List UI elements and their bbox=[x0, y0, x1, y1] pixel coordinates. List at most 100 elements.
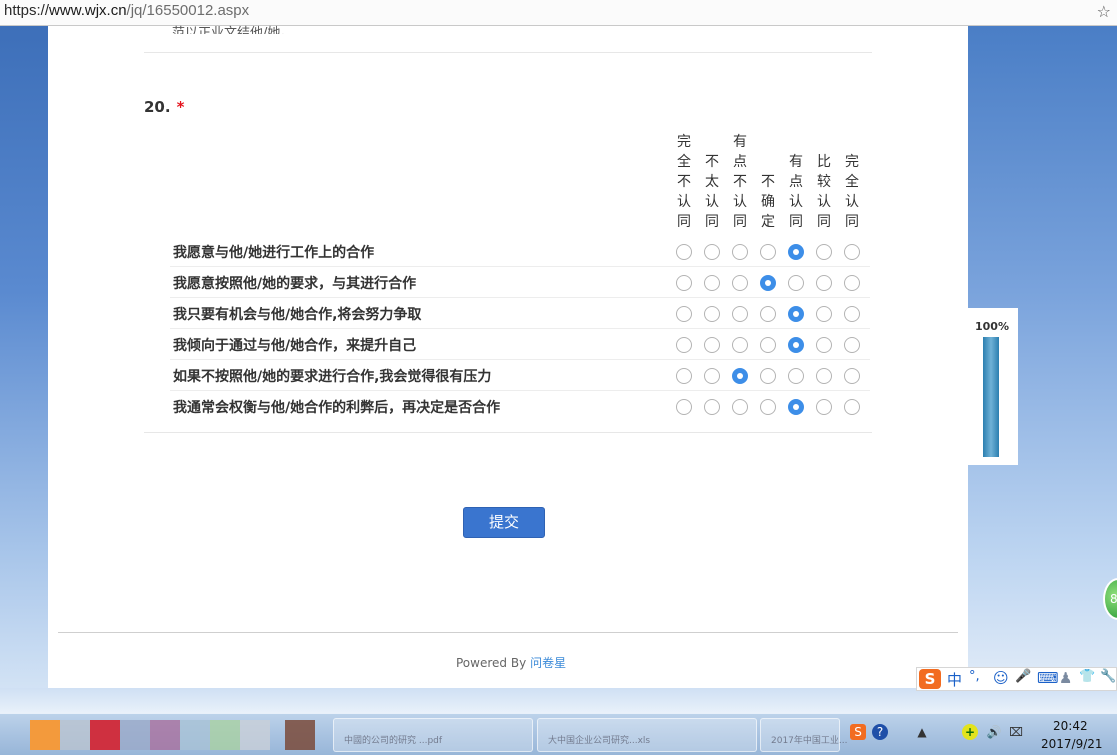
matrix-row: 我愿意按照他/她的要求，与其进行合作 bbox=[170, 267, 870, 298]
taskbar-window-label: 中國的公司的研究 ...pdf bbox=[344, 736, 443, 746]
matrix-radio-option[interactable] bbox=[816, 275, 832, 291]
matrix-radio-option[interactable] bbox=[704, 399, 720, 415]
footer-divider bbox=[58, 632, 958, 633]
question-title: 20. * bbox=[144, 98, 184, 116]
brand-link[interactable]: 问卷星 bbox=[530, 656, 566, 670]
matrix-radio-option[interactable] bbox=[816, 244, 832, 260]
matrix-row-statement: 我愿意按照他/她的要求，与其进行合作 bbox=[173, 276, 417, 292]
progress-label: 100% bbox=[975, 320, 1009, 333]
settings-tool-icon[interactable]: 🔧 bbox=[1100, 669, 1116, 684]
matrix-radio-option[interactable] bbox=[760, 244, 776, 260]
matrix-radio-option[interactable] bbox=[844, 368, 860, 384]
app-icon[interactable] bbox=[30, 720, 60, 750]
matrix-radio-option[interactable] bbox=[704, 306, 720, 322]
taskbar-window-3[interactable]: 2017年中国工业... bbox=[760, 718, 848, 752]
matrix-radio-option[interactable] bbox=[844, 306, 860, 322]
matrix-radio-option[interactable] bbox=[676, 244, 692, 260]
taskbar-pinned-apps[interactable] bbox=[30, 720, 330, 750]
matrix-radio-option[interactable] bbox=[844, 275, 860, 291]
app-icon[interactable] bbox=[60, 720, 90, 750]
matrix-radio-option[interactable] bbox=[816, 306, 832, 322]
taskbar-window-2[interactable]: 大中国企业公司研究...xls bbox=[537, 718, 757, 752]
security-tray-icon[interactable]: + bbox=[962, 724, 978, 740]
matrix-row: 我通常会权衡与他/她合作的利弊后，再决定是否合作 bbox=[170, 391, 870, 422]
matrix-radio-option[interactable] bbox=[732, 368, 748, 384]
matrix-radio-option[interactable] bbox=[676, 275, 692, 291]
powered-by-text: Powered By bbox=[456, 656, 527, 670]
matrix-radio-option[interactable] bbox=[732, 275, 748, 291]
matrix-radio-option[interactable] bbox=[704, 275, 720, 291]
matrix-radio-option[interactable] bbox=[676, 337, 692, 353]
app-icon[interactable] bbox=[210, 720, 240, 750]
matrix-radio-option[interactable] bbox=[844, 337, 860, 353]
emoji-icon[interactable]: ☺ bbox=[993, 669, 1009, 687]
matrix-radio-option[interactable] bbox=[676, 368, 692, 384]
app-icon[interactable] bbox=[150, 720, 180, 750]
previous-question-tail: 范以正业文结他/她。 bbox=[172, 26, 294, 34]
matrix-radio-option[interactable] bbox=[760, 368, 776, 384]
ime-punct-toggle[interactable]: °, bbox=[969, 669, 980, 684]
address-bar[interactable]: https://www.wjx.cn/jq/16550012.aspx ☆ bbox=[0, 0, 1117, 26]
matrix-radio-option[interactable] bbox=[676, 306, 692, 322]
ime-mode-toggle[interactable]: 中 bbox=[947, 669, 962, 690]
app-icon[interactable] bbox=[180, 720, 210, 750]
matrix-radio-option[interactable] bbox=[760, 337, 776, 353]
network-icon[interactable]: ⌧ bbox=[1008, 724, 1024, 740]
matrix-radio-option[interactable] bbox=[788, 244, 804, 260]
show-hidden-icons-icon[interactable]: ▲ bbox=[914, 724, 930, 740]
matrix-radio-option[interactable] bbox=[732, 306, 748, 322]
url-path: /jq/16550012.aspx bbox=[126, 2, 250, 19]
app-icon[interactable] bbox=[285, 720, 315, 750]
matrix-column-header: 有点认同 bbox=[789, 154, 803, 230]
taskbar-window-label: 2017年中国工业... bbox=[771, 736, 848, 746]
app-icon[interactable] bbox=[90, 720, 120, 750]
matrix-radio-option[interactable] bbox=[844, 399, 860, 415]
matrix-row: 如果不按照他/她的要求进行合作,我会觉得很有压力 bbox=[170, 360, 870, 391]
matrix-radio-option[interactable] bbox=[704, 337, 720, 353]
matrix-radio-option[interactable] bbox=[788, 368, 804, 384]
taskbar-window-1[interactable]: 中國的公司的研究 ...pdf bbox=[333, 718, 533, 752]
matrix-radio-option[interactable] bbox=[704, 244, 720, 260]
matrix-column-header: 不太认同 bbox=[705, 154, 719, 230]
submit-button[interactable]: 提交 bbox=[463, 507, 545, 538]
required-mark: * bbox=[176, 98, 185, 116]
matrix-radio-option[interactable] bbox=[704, 368, 720, 384]
url-host: www.wjx.cn bbox=[49, 2, 127, 19]
microphone-icon[interactable]: 🎤 bbox=[1015, 669, 1031, 684]
sogou-tray-icon[interactable]: S bbox=[850, 724, 866, 740]
volume-icon[interactable]: 🔊 bbox=[986, 724, 1002, 740]
matrix-radio-option[interactable] bbox=[676, 399, 692, 415]
sogou-logo-icon[interactable]: S bbox=[919, 669, 941, 689]
matrix-radio-option[interactable] bbox=[760, 306, 776, 322]
divider bbox=[144, 432, 872, 433]
user-icon[interactable]: ♟ bbox=[1059, 669, 1072, 687]
matrix-row-statement: 如果不按照他/她的要求进行合作,我会觉得很有压力 bbox=[173, 369, 492, 385]
matrix-radio-option[interactable] bbox=[788, 275, 804, 291]
matrix-radio-option[interactable] bbox=[816, 337, 832, 353]
matrix-radio-option[interactable] bbox=[816, 399, 832, 415]
matrix-radio-option[interactable] bbox=[844, 244, 860, 260]
matrix-radio-option[interactable] bbox=[732, 399, 748, 415]
matrix-radio-option[interactable] bbox=[816, 368, 832, 384]
keyboard-icon[interactable]: ⌨ bbox=[1037, 669, 1059, 687]
matrix-radio-option[interactable] bbox=[760, 275, 776, 291]
survey-page: 范以正业文结他/她。 20. * 完全不认同 不太认同 有点不认同 不确定 有点认同 比较认… bbox=[48, 26, 968, 688]
matrix-radio-option[interactable] bbox=[788, 399, 804, 415]
matrix-row-statement: 我倾向于通过与他/她合作，来提升自己 bbox=[173, 338, 417, 354]
matrix-row: 我愿意与他/她进行工作上的合作 bbox=[170, 236, 870, 267]
matrix-radio-option[interactable] bbox=[760, 399, 776, 415]
matrix-radio-option[interactable] bbox=[732, 337, 748, 353]
help-icon[interactable]: ? bbox=[872, 724, 888, 740]
clock-time[interactable]: 20:42 bbox=[1053, 719, 1088, 733]
matrix-row-statement: 我通常会权衡与他/她合作的利弊后，再决定是否合作 bbox=[173, 400, 501, 416]
progress-bar bbox=[983, 337, 999, 457]
matrix-radio-option[interactable] bbox=[788, 337, 804, 353]
app-icon[interactable] bbox=[120, 720, 150, 750]
app-icon[interactable] bbox=[240, 720, 270, 750]
bookmark-star-icon[interactable]: ☆ bbox=[1097, 2, 1111, 21]
matrix-radio-option[interactable] bbox=[732, 244, 748, 260]
skin-icon[interactable]: 👕 bbox=[1079, 669, 1095, 684]
matrix-radio-option[interactable] bbox=[788, 306, 804, 322]
url-text[interactable]: https://www.wjx.cn/jq/16550012.aspx bbox=[4, 2, 249, 19]
clock-date[interactable]: 2017/9/21 bbox=[1041, 737, 1103, 751]
